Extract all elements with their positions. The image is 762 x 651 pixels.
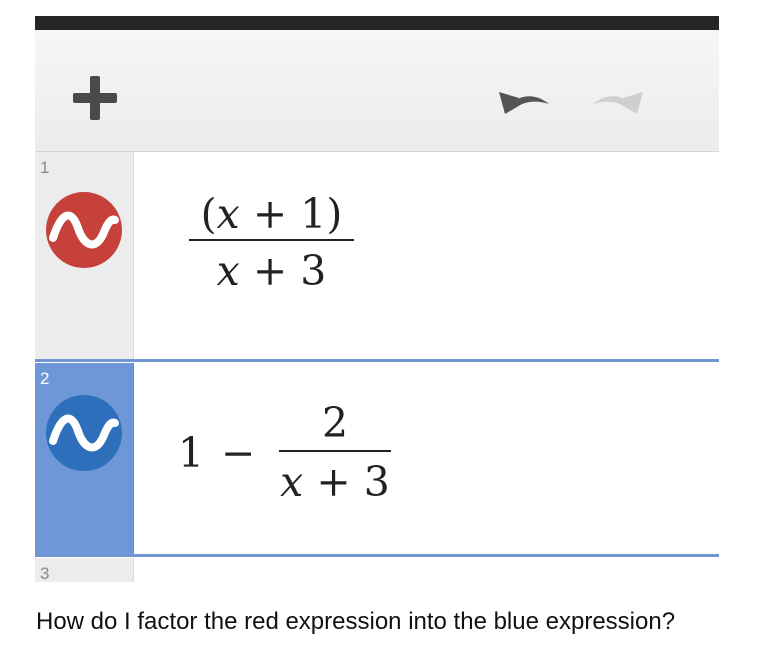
leading-term: 1 — [178, 429, 205, 477]
close-paren: ) — [326, 190, 343, 238]
undo-button[interactable] — [493, 80, 553, 124]
undo-arrow-icon — [499, 92, 549, 114]
fraction: 2 x + 3 — [279, 403, 391, 503]
row-number: 1 — [40, 158, 50, 177]
row-divider — [35, 359, 719, 362]
variable: x — [216, 190, 240, 238]
denominator-term: + 3 — [303, 458, 390, 506]
fraction: (x + 1) x + 3 — [189, 194, 354, 292]
row-number: 2 — [40, 369, 50, 388]
expression-input-3[interactable] — [133, 558, 719, 582]
graphing-calculator: 1 (x + 1) x + 3 2 1 − 2 x + 3 3 — [35, 16, 719, 582]
expression-list: 1 (x + 1) x + 3 2 1 − 2 x + 3 3 — [35, 152, 719, 582]
expression-row-2[interactable]: 2 1 − 2 x + 3 — [35, 363, 719, 554]
numerator: (x + 1) — [201, 194, 343, 235]
variable: x — [216, 247, 240, 295]
top-bar — [35, 16, 719, 30]
row-divider — [35, 554, 719, 557]
row-gutter: 1 — [35, 152, 134, 359]
expression-input-1[interactable]: (x + 1) x + 3 — [133, 152, 719, 359]
numerator: 2 — [321, 399, 349, 447]
redo-arrow-icon — [593, 92, 643, 114]
open-paren: ( — [200, 190, 217, 238]
graph-wave-icon[interactable] — [44, 190, 124, 270]
fraction-bar — [279, 450, 391, 452]
expression-input-2[interactable]: 1 − 2 x + 3 — [133, 363, 719, 554]
fraction-bar — [189, 239, 354, 241]
expression-row-1[interactable]: 1 (x + 1) x + 3 — [35, 152, 719, 359]
denominator: x + 3 — [217, 251, 327, 292]
plus-icon — [73, 76, 117, 120]
numerator-term: + 1 — [239, 190, 327, 238]
question-caption: How do I factor the red expression into … — [36, 608, 676, 635]
expression-toolbar — [35, 30, 719, 152]
row-number: 3 — [40, 564, 50, 582]
row-gutter: 2 — [35, 363, 134, 554]
variable: x — [280, 458, 304, 506]
graph-wave-icon[interactable] — [44, 393, 124, 473]
minus-operator: − — [221, 429, 256, 477]
add-expression-button[interactable] — [69, 72, 121, 124]
redo-button[interactable] — [587, 80, 649, 124]
denominator-term: + 3 — [239, 247, 327, 295]
expression-row-3[interactable]: 3 — [35, 558, 719, 582]
row-gutter: 3 — [35, 558, 134, 582]
denominator: x + 3 — [280, 462, 390, 503]
